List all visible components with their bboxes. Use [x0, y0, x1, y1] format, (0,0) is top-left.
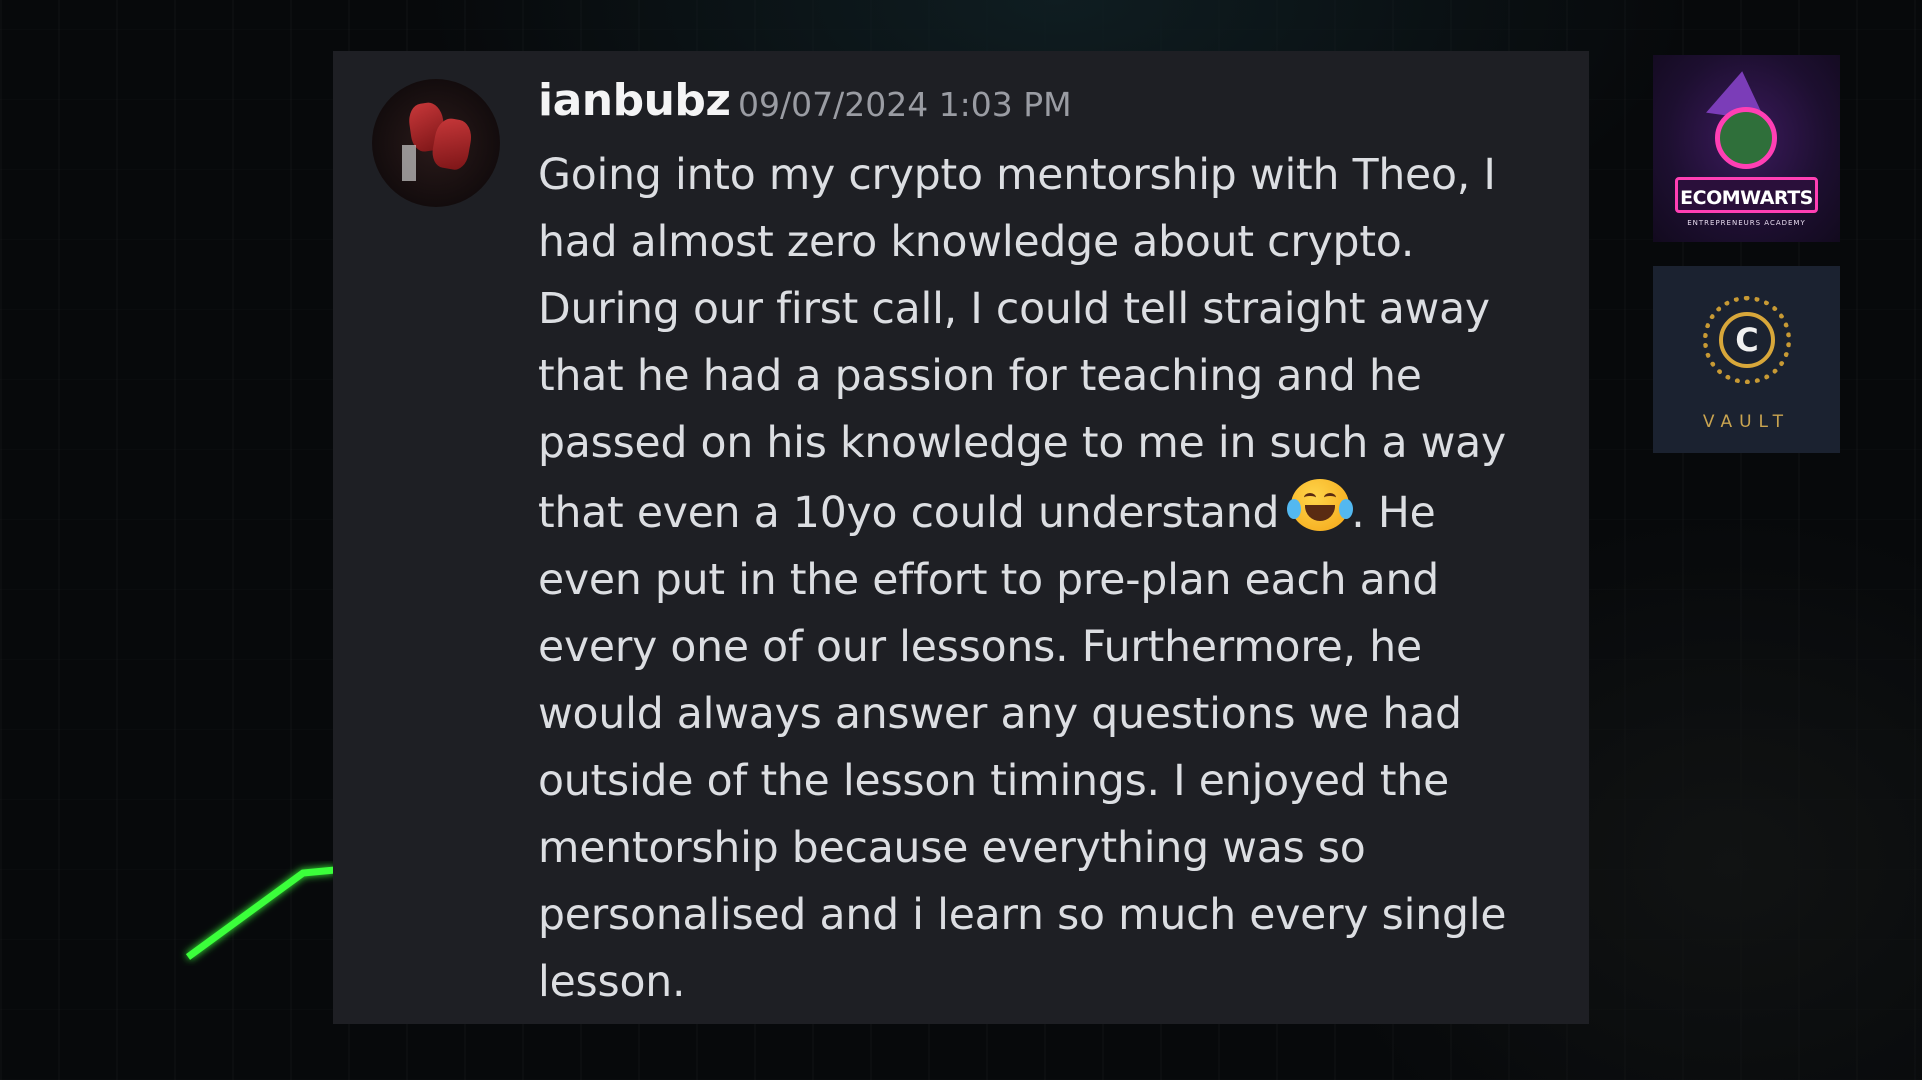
wizard-head-icon: [1715, 107, 1777, 169]
message-card: ianbubz 09/07/2024 1:03 PM Going into my…: [333, 51, 1589, 1024]
face-with-tears-of-joy-icon: [1287, 477, 1354, 533]
ecomwarts-title: ECOMWARTS: [1675, 177, 1818, 213]
avatar-label-strip: [402, 145, 416, 181]
message-text-part-2: . He even put in the effort to pre-plan …: [538, 489, 1507, 1007]
vault-label: VAULT: [1702, 412, 1791, 432]
ecomwarts-subtitle: ENTREPRENEURS ACADEMY: [1687, 219, 1806, 227]
vault-letter: C: [1735, 321, 1759, 359]
username[interactable]: ianbubz: [538, 75, 731, 126]
avatar[interactable]: [372, 79, 500, 207]
message-text: Going into my crypto mentorship with The…: [538, 142, 1548, 1016]
ecomwarts-logo: ECOMWARTS ENTREPRENEURS ACADEMY: [1653, 55, 1840, 242]
vault-logo: C VAULT: [1653, 266, 1840, 453]
message-text-part-1: Going into my crypto mentorship with The…: [538, 151, 1506, 538]
message-timestamp: 09/07/2024 1:03 PM: [738, 85, 1072, 124]
